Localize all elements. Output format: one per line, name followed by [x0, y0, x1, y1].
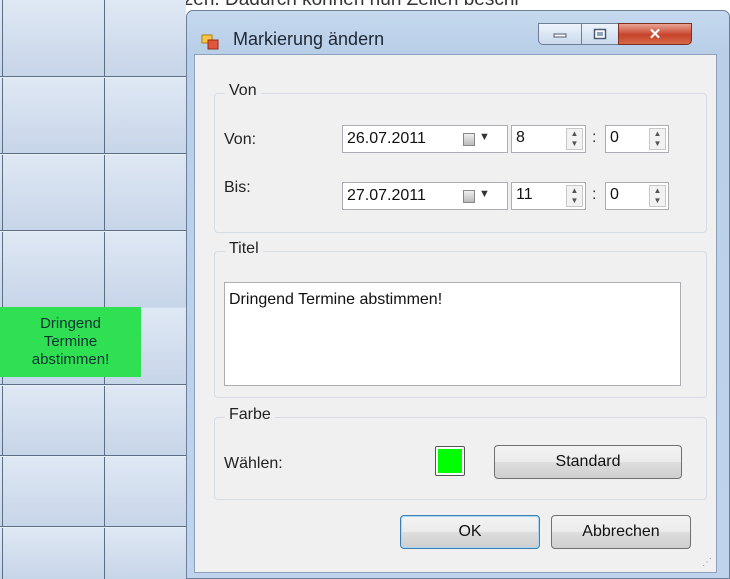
- maximize-button[interactable]: [581, 23, 619, 45]
- spin-icon[interactable]: ▲ ▼: [649, 185, 666, 207]
- von-group-label: Von: [225, 82, 261, 100]
- time-separator: :: [592, 186, 597, 203]
- resize-grip-icon[interactable]: ⋰: [702, 557, 712, 568]
- color-swatch[interactable]: [435, 446, 465, 476]
- dialog-client: Von Von: 26.07.2011 ▼ 8 ▲ ▼ : 0 ▲ ▼ Bis: 2…: [194, 54, 717, 573]
- calendar-grid: Dringend Termine abstimmen!: [0, 0, 186, 579]
- spin-icon[interactable]: ▲ ▼: [566, 185, 583, 207]
- von-group: Von Von: 26.07.2011 ▼ 8 ▲ ▼ : 0 ▲ ▼ Bis: 2…: [214, 82, 707, 233]
- from-minute-stepper[interactable]: 0 ▲ ▼: [605, 125, 669, 153]
- calendar-event[interactable]: Dringend Termine abstimmen!: [0, 307, 141, 377]
- calendar-icon: [463, 190, 475, 203]
- close-button[interactable]: ✕: [618, 23, 692, 45]
- form-icon: [201, 34, 219, 50]
- dropdown-arrow-icon: ▼: [479, 131, 490, 143]
- minimize-button[interactable]: [538, 23, 582, 45]
- time-separator: :: [592, 129, 597, 146]
- to-date-value: 27.07.2011: [347, 187, 426, 204]
- choose-color-label: Wählen:: [224, 455, 283, 472]
- spin-icon[interactable]: ▲ ▼: [649, 128, 666, 150]
- close-icon: ✕: [648, 26, 662, 43]
- to-minute-value: 0: [610, 186, 619, 203]
- from-date-value: 26.07.2011: [347, 130, 426, 147]
- to-minute-stepper[interactable]: 0 ▲ ▼: [605, 182, 669, 210]
- title-group-label: Titel: [225, 240, 263, 258]
- maximize-icon: [593, 28, 607, 40]
- from-hour-value: 8: [516, 129, 525, 146]
- minimize-icon: [553, 33, 567, 38]
- from-label: Von:: [224, 131, 257, 148]
- title-group: Titel Dringend Termine abstimmen!: [214, 240, 707, 398]
- color-swatch-fill: [438, 449, 462, 473]
- event-line: abstimmen!: [31, 351, 110, 368]
- dialog-title: Markierung ändern: [233, 29, 385, 49]
- event-line: Termine: [43, 333, 98, 350]
- title-text-value: Dringend Termine abstimmen!: [229, 291, 443, 308]
- to-label: Bis:: [224, 179, 251, 196]
- event-line: Dringend: [40, 315, 101, 332]
- calendar-icon: [463, 133, 475, 146]
- from-minute-value: 0: [610, 129, 619, 146]
- to-date-picker[interactable]: 27.07.2011 ▼: [342, 182, 508, 210]
- color-group-label: Farbe: [225, 406, 275, 424]
- cancel-button[interactable]: Abbrechen: [551, 515, 691, 549]
- title-bar[interactable]: Markierung ändern ✕: [187, 11, 729, 55]
- color-group: Farbe Wählen: Standard: [214, 406, 707, 500]
- to-hour-stepper[interactable]: 11 ▲ ▼: [511, 182, 586, 210]
- title-textarea[interactable]: Dringend Termine abstimmen!: [224, 282, 681, 386]
- spin-icon[interactable]: ▲ ▼: [566, 128, 583, 150]
- standard-button[interactable]: Standard: [494, 445, 682, 479]
- dropdown-arrow-icon: ▼: [479, 188, 490, 200]
- dialog-window: Markierung ändern ✕ Von Von: 26.07.2011 …: [186, 10, 730, 579]
- to-hour-value: 11: [516, 186, 533, 203]
- ok-button[interactable]: OK: [400, 515, 540, 549]
- from-date-picker[interactable]: 26.07.2011 ▼: [342, 125, 508, 153]
- from-hour-stepper[interactable]: 8 ▲ ▼: [511, 125, 586, 153]
